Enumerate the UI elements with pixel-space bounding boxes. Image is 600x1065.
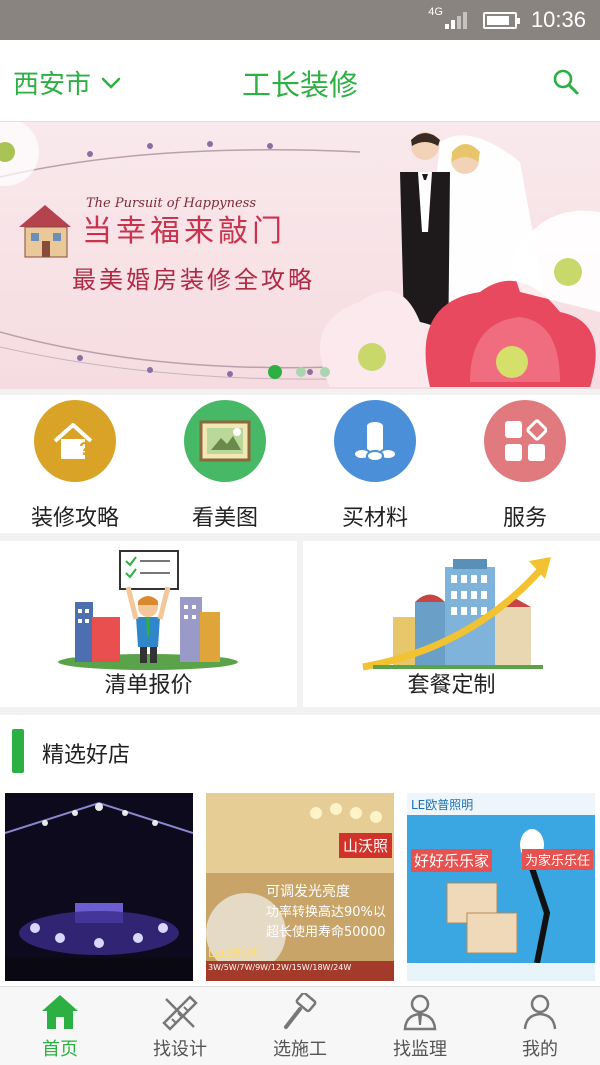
carousel-dot[interactable] [268,365,282,379]
tab-find-design[interactable]: 找设计 [120,987,240,1065]
quick-nav-label: 看美图 [191,506,258,531]
tab-home[interactable]: 首页 [0,987,120,1065]
network-type: 4G [428,6,443,18]
carousel-indicator[interactable] [268,365,344,379]
quick-nav-gallery[interactable]: 看美图 [150,395,300,533]
design-ruler-icon [162,995,198,1031]
battery-icon [482,11,520,29]
ad-text: 可调发光亮度 [266,884,350,900]
quick-nav-label: 装修攻略 [30,506,119,531]
growth-city-illustration [362,557,551,671]
store-card[interactable]: LE欧普照明 好好乐乐家 为家乐乐任 [407,793,595,981]
user-icon [523,994,557,1030]
stage-venue-photo [5,793,193,981]
quick-nav-service[interactable]: 服务 [450,395,600,533]
service-grid-icon [484,400,566,482]
banner-illustration [0,122,600,387]
status-time: 10:36 [530,7,586,32]
package-custom-card[interactable]: 套餐定制 [303,541,600,707]
quick-nav: ? 装修攻略 看美图 买材料 服务 [0,395,600,533]
city-label: 西安市 [13,70,92,100]
hammer-icon [284,993,317,1029]
search-icon[interactable] [552,68,580,96]
ad-text: 好好乐乐家 [411,849,493,872]
quick-nav-label: 服务 [502,506,547,531]
carousel-dot[interactable] [320,367,330,377]
feature-cards: 清单报价 套餐定制 [0,541,600,707]
checklist-city-illustration [58,550,238,670]
tab-label: 找设计 [153,1039,207,1060]
app-header: 西安市 工长装修 [0,40,600,122]
city-selector[interactable]: 西安市 [13,64,121,101]
material-rolls-icon [334,400,416,482]
bottom-tab-bar: 首页 找设计 选施工 找监理 我的 [0,986,600,1065]
store-card[interactable] [5,793,193,981]
home-icon [42,995,78,1029]
tab-choose-construction[interactable]: 选施工 [240,987,360,1065]
supervisor-icon [403,994,437,1031]
quick-nav-guide[interactable]: ? 装修攻略 [0,395,150,533]
quick-nav-materials[interactable]: 买材料 [300,395,450,533]
tab-label: 选施工 [273,1039,327,1060]
quick-nav-label: 买材料 [341,506,408,531]
status-bar: 4G 10:36 [0,0,600,40]
feature-card-label: 清单报价 [104,673,193,698]
tab-label: 找监理 [393,1039,447,1060]
picture-frame-icon [184,400,266,482]
tab-label: 首页 [42,1039,78,1060]
banner-headline: 当幸福来敲门 [82,214,286,249]
quote-list-card[interactable]: 清单报价 [0,541,297,707]
section-title: 精选好店 [42,743,131,768]
ad-text: LE欧普照明 [411,798,474,812]
section-accent-bar [12,729,24,773]
tab-label: 我的 [522,1039,558,1060]
store-card[interactable]: 山沃照 可调发光亮度 功率转换高达90%以 超长使用寿命50000 LED球泡灯… [206,793,394,981]
banner-subheadline: 最美婚房装修全攻略 [72,266,315,294]
chevron-down-icon [101,77,121,89]
featured-stores-header: 精选好店 [0,715,600,786]
ad-text: 为家乐乐任 [521,849,593,870]
ad-text: 山沃照 [338,833,392,858]
tab-mine[interactable]: 我的 [480,987,600,1065]
ad-text: 3W/5W/7W/9W/12W/15W/18W/24W [208,963,352,972]
ad-text: 超长使用寿命50000 [266,925,386,940]
ad-text: 功率转换高达90%以 [266,905,386,920]
signal-icon [444,11,469,29]
tab-find-supervisor[interactable]: 找监理 [360,987,480,1065]
promo-banner[interactable]: The Pursuit of Happyness 当幸福来敲门 最美婚房装修全攻… [0,122,600,389]
ad-text: LED球泡灯 [208,947,263,960]
feature-card-label: 套餐定制 [407,673,496,698]
store-list: 山沃照 可调发光亮度 功率转换高达90%以 超长使用寿命50000 LED球泡灯… [0,786,600,986]
svg-text:?: ? [79,439,90,459]
lighting-brand-bg [407,793,595,981]
house-question-icon: ? [34,400,116,482]
carousel-dot[interactable] [296,367,306,377]
